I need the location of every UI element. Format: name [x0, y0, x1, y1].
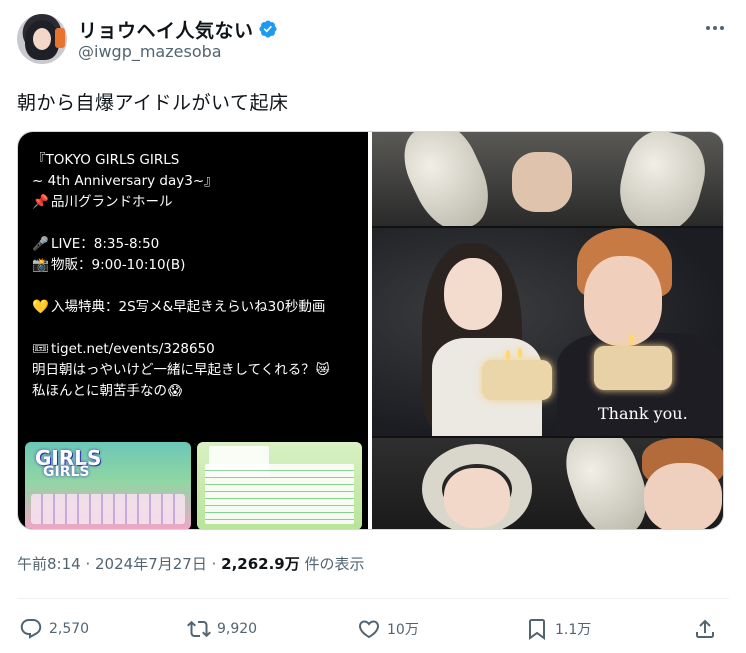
bookmark-button[interactable]: 1.1万 — [525, 612, 591, 646]
views-count: 2,262.9万 — [221, 555, 300, 573]
tweet-meta: 午前8:14 · 2024年7月27日 · 2,262.9万 件の表示 — [17, 553, 365, 574]
photo-balloon-ring — [372, 438, 723, 529]
display-name[interactable]: リョウヘイ人気ない — [78, 16, 254, 43]
media-image-photos[interactable]: Thank you. — [372, 132, 723, 529]
event-posters: GIRLS GIRLS — [25, 442, 362, 529]
event-venue: 品川グランドホール — [51, 194, 173, 210]
microphone-icon: 🎤 — [32, 236, 49, 252]
tweet-header: リョウヘイ人気ない @iwgp_mazesoba — [17, 14, 729, 66]
like-count: 10万 — [387, 622, 419, 638]
author-handle[interactable]: @iwgp_mazesoba — [78, 42, 222, 61]
event-info-text: 『TOKYO GIRLS GIRLS ~ 4th Anniversary day… — [32, 150, 362, 402]
retweet-count: 9,920 — [217, 621, 258, 637]
share-icon — [696, 619, 714, 638]
crying-cat-icon: 😿 — [315, 362, 330, 378]
event-live-row: 🎤 LIVE：8:35-8:50 — [32, 234, 362, 255]
author-name-row[interactable]: リョウヘイ人気ない — [78, 16, 278, 42]
event-link: tiget.net/events/328650 — [51, 341, 215, 357]
event-merch-row: 📸 物販：9:00-10:10(B) — [32, 255, 362, 276]
yellow-heart-icon: 💛 — [32, 299, 49, 315]
retweet-icon — [187, 620, 211, 638]
tweet-text: 朝から自爆アイドルがいて起床 — [17, 92, 289, 114]
meta-separator: · — [85, 555, 96, 573]
event-merch: 物販：9:00-10:10(B) — [51, 257, 186, 273]
timetable-image — [197, 442, 362, 529]
media-image-event-info[interactable]: 『TOKYO GIRLS GIRLS ~ 4th Anniversary day… — [18, 132, 368, 529]
avatar[interactable] — [17, 14, 67, 64]
share-button[interactable] — [693, 612, 717, 646]
retweet-button[interactable]: 9,920 — [187, 612, 257, 646]
reply-button[interactable]: 2,570 — [19, 612, 89, 646]
event-message2-row: 私ほんとに朝苦手なの😱 — [32, 381, 362, 402]
poster-image: GIRLS GIRLS — [25, 442, 191, 529]
photo-caption: Thank you. — [598, 404, 688, 423]
meta-separator: · — [211, 555, 222, 573]
divider — [17, 598, 729, 599]
heart-icon — [358, 620, 380, 639]
reply-icon — [20, 619, 42, 639]
views-label: 件の表示 — [304, 555, 365, 573]
event-venue-row: 📌 品川グランドホール — [32, 192, 362, 213]
event-live: LIVE：8:35-8:50 — [51, 236, 160, 252]
event-title-line1: 『TOKYO GIRLS GIRLS — [32, 152, 180, 168]
tweet-time[interactable]: 午前8:14 — [17, 555, 81, 573]
like-button[interactable]: 10万 — [357, 612, 419, 646]
bookmark-icon — [529, 619, 545, 640]
photo-balloons — [372, 132, 723, 226]
tweet-date[interactable]: 2024年7月27日 — [95, 555, 207, 573]
tweet-actions: 2,570 9,920 10万 1.1万 — [17, 612, 729, 646]
verified-badge-icon — [258, 20, 277, 38]
reply-count: 2,570 — [49, 621, 90, 637]
event-message2: 私ほんとに朝苦手なの — [32, 383, 167, 399]
ticket-icon: 🎟 — [32, 341, 50, 357]
pushpin-icon: 📌 — [32, 194, 49, 210]
more-options-icon[interactable] — [701, 18, 729, 38]
photo-cake: Thank you. — [372, 228, 723, 436]
event-link-row: 🎟 tiget.net/events/328650 — [32, 339, 362, 360]
screaming-face-icon: 😱 — [167, 383, 183, 399]
event-message1: 明日朝はっやいけど一緒に早起きしてくれる？ — [32, 362, 315, 378]
event-title-line2: ~ 4th Anniversary day3~』 — [32, 173, 218, 189]
poster-brand2: GIRLS — [43, 464, 90, 480]
tweet-media[interactable]: 『TOKYO GIRLS GIRLS ~ 4th Anniversary day… — [17, 131, 724, 530]
camera-icon: 📸 — [32, 257, 49, 273]
event-message1-row: 明日朝はっやいけど一緒に早起きしてくれる？😿 — [32, 360, 362, 381]
event-bonus: 入場特典：2S写メ&早起きえらいね30秒動画 — [51, 299, 326, 315]
event-bonus-row: 💛 入場特典：2S写メ&早起きえらいね30秒動画 — [32, 297, 362, 318]
bookmark-count: 1.1万 — [555, 622, 592, 638]
